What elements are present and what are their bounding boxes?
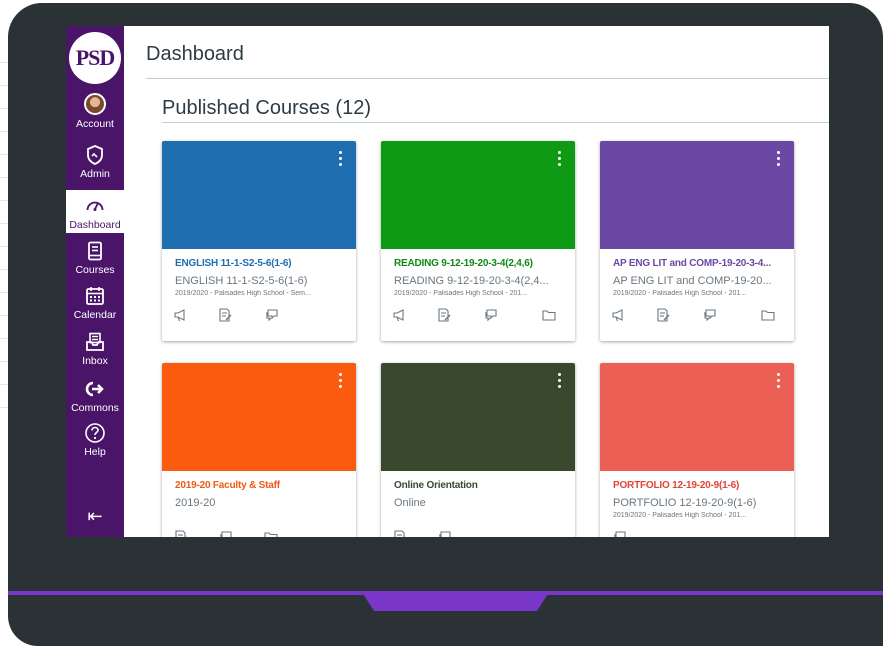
course-code: ENGLISH 11-1-S2-5-6(1-6) bbox=[175, 275, 308, 287]
announcement-icon[interactable] bbox=[392, 307, 408, 323]
folder-icon[interactable] bbox=[263, 529, 279, 537]
main-content: Dashboard Published Courses (12) ENGLISH… bbox=[124, 26, 829, 537]
nav-commons[interactable]: Commons bbox=[66, 378, 124, 414]
nav-help-label: Help bbox=[84, 446, 106, 458]
course-card-actions bbox=[173, 307, 353, 327]
course-card-actions bbox=[392, 307, 572, 327]
card-options-icon[interactable] bbox=[336, 373, 344, 391]
course-card[interactable]: 2019-20 Faculty & Staff 2019-20 bbox=[162, 363, 356, 537]
card-options-icon[interactable] bbox=[555, 151, 563, 169]
course-card-actions bbox=[611, 529, 791, 537]
assignment-icon[interactable] bbox=[655, 307, 671, 323]
nav-dashboard[interactable]: Dashboard bbox=[66, 190, 124, 233]
course-card-hero[interactable] bbox=[381, 141, 575, 249]
nav-calendar-label: Calendar bbox=[73, 309, 117, 321]
speedometer-icon bbox=[84, 195, 106, 217]
discussion-icon[interactable] bbox=[701, 307, 717, 323]
discussion-icon[interactable] bbox=[482, 307, 498, 323]
book-icon bbox=[84, 240, 106, 262]
assignment-icon[interactable] bbox=[392, 529, 408, 537]
course-term: 2019/2020 - Palisades High School - 201.… bbox=[613, 290, 747, 297]
card-options-icon[interactable] bbox=[774, 151, 782, 169]
course-term: 2019/2020 - Palisades High School - Sem.… bbox=[175, 290, 311, 297]
course-card[interactable]: AP ENG LIT and COMP-19-20-3-4... AP ENG L… bbox=[600, 141, 794, 341]
laptop-notch bbox=[363, 594, 548, 611]
discussion-icon[interactable] bbox=[436, 529, 452, 537]
nav-admin-label: Admin bbox=[80, 168, 110, 180]
nav-inbox[interactable]: Inbox bbox=[66, 331, 124, 367]
course-card-actions bbox=[392, 529, 572, 537]
page-title: Dashboard bbox=[146, 43, 244, 65]
course-card-hero[interactable] bbox=[600, 141, 794, 249]
nav-account[interactable]: Account bbox=[66, 93, 124, 130]
nav-account-label: Account bbox=[76, 118, 114, 130]
card-options-icon[interactable] bbox=[774, 373, 782, 391]
course-code: Online bbox=[394, 497, 426, 509]
global-nav: PSD Account Admin Dashboard Courses Cale… bbox=[66, 26, 124, 537]
course-term: 2019/2020 - Palisades High School - 201.… bbox=[394, 290, 528, 297]
course-term: 2019/2020 - Palisades High School - 201.… bbox=[613, 512, 747, 519]
announcement-icon[interactable] bbox=[173, 307, 189, 323]
avatar bbox=[84, 93, 106, 115]
arrow-right-icon bbox=[84, 378, 106, 400]
course-title-link[interactable]: READING 9-12-19-20-3-4(2,4,6) bbox=[394, 258, 566, 269]
nav-commons-label: Commons bbox=[71, 402, 119, 414]
course-title-link[interactable]: Online Orientation bbox=[394, 480, 566, 491]
course-card[interactable]: ENGLISH 11-1-S2-5-6(1-6) ENGLISH 11-1-S2-… bbox=[162, 141, 356, 341]
nav-dashboard-label: Dashboard bbox=[69, 219, 121, 231]
nav-help[interactable]: Help bbox=[66, 422, 124, 458]
nav-calendar[interactable]: Calendar bbox=[66, 285, 124, 321]
inbox-icon bbox=[84, 331, 106, 353]
course-card-actions bbox=[173, 529, 353, 537]
card-options-icon[interactable] bbox=[555, 373, 563, 391]
nav-inbox-label: Inbox bbox=[82, 355, 108, 367]
nav-admin[interactable]: Admin bbox=[66, 144, 124, 180]
divider bbox=[146, 78, 829, 79]
discussion-icon[interactable] bbox=[263, 307, 279, 323]
shield-icon bbox=[84, 144, 106, 166]
course-card[interactable]: READING 9-12-19-20-3-4(2,4,6) READING 9-1… bbox=[381, 141, 575, 341]
card-options-icon[interactable] bbox=[336, 151, 344, 169]
assignment-icon[interactable] bbox=[217, 307, 233, 323]
nav-courses-label: Courses bbox=[75, 264, 115, 276]
section-title: Published Courses (12) bbox=[162, 97, 371, 119]
laptop-screen: PSD Account Admin Dashboard Courses Cale… bbox=[66, 26, 829, 537]
course-card[interactable]: Online Orientation Online bbox=[381, 363, 575, 537]
psd-logo[interactable]: PSD bbox=[69, 32, 121, 84]
course-code: PORTFOLIO 12-19-20-9(1-6) bbox=[613, 497, 757, 509]
collapse-icon[interactable]: ⇤ bbox=[66, 506, 124, 527]
discussion-icon[interactable] bbox=[217, 529, 233, 537]
course-card-hero[interactable] bbox=[162, 141, 356, 249]
assignment-icon[interactable] bbox=[173, 529, 189, 537]
course-card-hero[interactable] bbox=[600, 363, 794, 471]
course-card-hero[interactable] bbox=[381, 363, 575, 471]
course-title-link[interactable]: AP ENG LIT and COMP-19-20-3-4... bbox=[613, 258, 785, 269]
course-code: READING 9-12-19-20-3-4(2,4... bbox=[394, 275, 549, 287]
divider bbox=[162, 122, 829, 123]
announcement-icon[interactable] bbox=[611, 307, 627, 323]
course-card-actions bbox=[611, 307, 791, 327]
course-code: AP ENG LIT and COMP-19-20... bbox=[613, 275, 772, 287]
assignment-icon[interactable] bbox=[436, 307, 452, 323]
folder-icon[interactable] bbox=[541, 307, 557, 323]
course-title-link[interactable]: ENGLISH 11-1-S2-5-6(1-6) bbox=[175, 258, 347, 269]
course-card[interactable]: PORTFOLIO 12-19-20-9(1-6) PORTFOLIO 12-19… bbox=[600, 363, 794, 537]
course-code: 2019-20 bbox=[175, 497, 216, 509]
calendar-icon bbox=[84, 285, 106, 307]
discussion-icon[interactable] bbox=[611, 529, 627, 537]
folder-icon[interactable] bbox=[760, 307, 776, 323]
course-card-hero[interactable] bbox=[162, 363, 356, 471]
course-title-link[interactable]: PORTFOLIO 12-19-20-9(1-6) bbox=[613, 480, 785, 491]
course-title-link[interactable]: 2019-20 Faculty & Staff bbox=[175, 480, 347, 491]
question-icon bbox=[84, 422, 106, 444]
nav-courses[interactable]: Courses bbox=[66, 240, 124, 276]
